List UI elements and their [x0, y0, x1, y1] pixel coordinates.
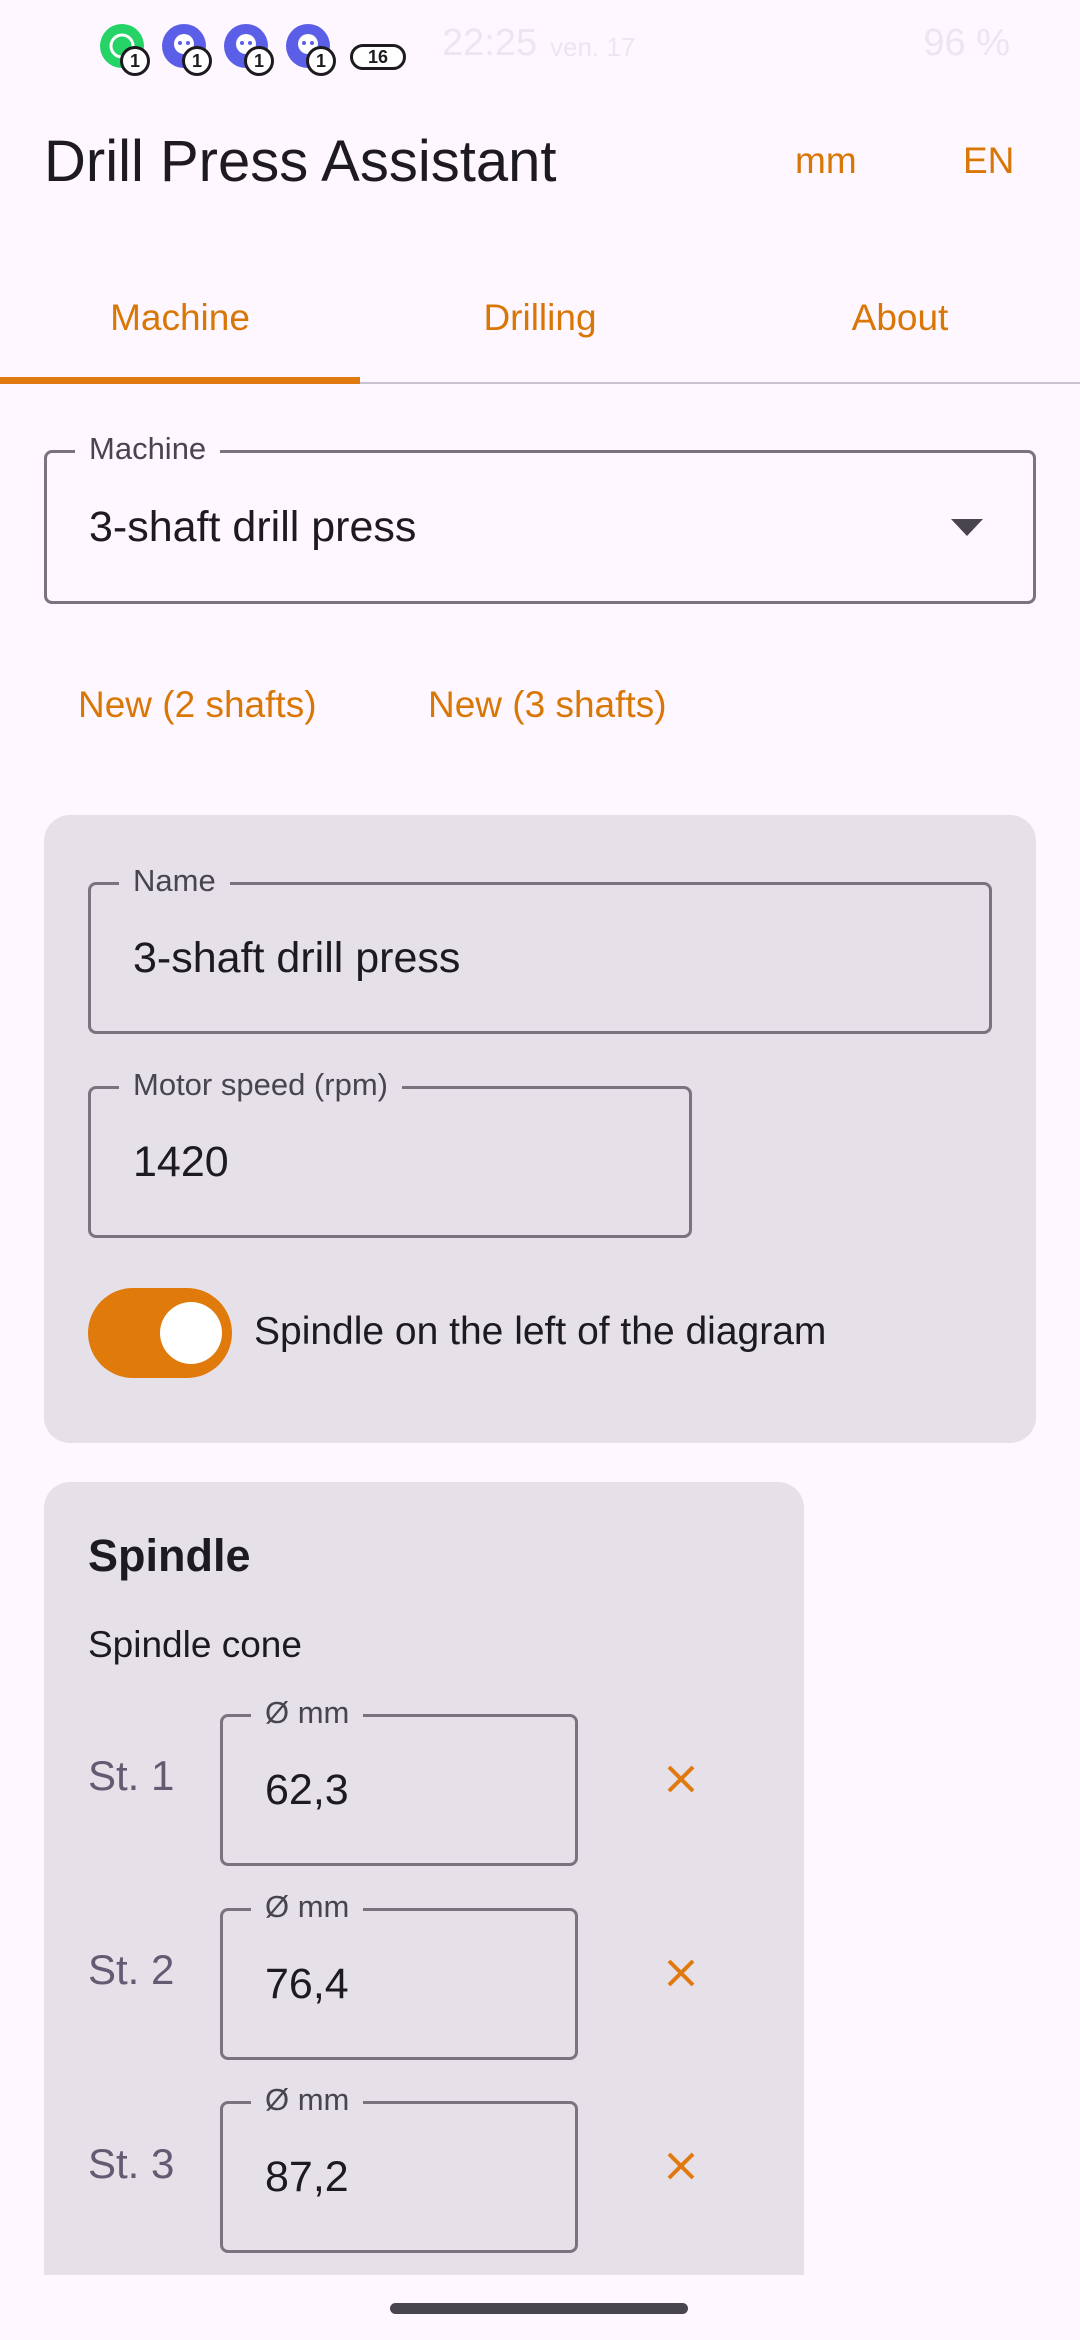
close-icon[interactable]: [656, 2141, 706, 2191]
name-field-value: 3-shaft drill press: [133, 933, 461, 982]
unit-button[interactable]: mm: [795, 140, 857, 182]
close-icon[interactable]: [656, 1754, 706, 1804]
machine-dropdown[interactable]: Machine 3-shaft drill press: [44, 431, 1036, 604]
step-diameter-field[interactable]: Ø mm 62,3: [220, 1695, 578, 1866]
close-icon[interactable]: [656, 1948, 706, 1998]
toggle-thumb: [160, 1302, 222, 1364]
motor-speed-field[interactable]: Motor speed (rpm) 1420: [88, 1067, 692, 1238]
spindle-title: Spindle: [88, 1530, 251, 1581]
messenger-icon: 1: [286, 24, 336, 76]
spindle-left-toggle[interactable]: [88, 1288, 232, 1378]
notification-badge: 1: [182, 46, 212, 76]
spindle-left-label: Spindle on the left of the diagram: [254, 1310, 827, 1353]
new-3-shafts-button[interactable]: New (3 shafts): [428, 684, 667, 726]
tab-indicator: [0, 377, 360, 384]
new-2-shafts-button[interactable]: New (2 shafts): [78, 684, 317, 726]
status-bar: 1 1 1 1 16 22:25 ven. 17 96 %: [0, 0, 1080, 90]
more-notifications-count: 16: [350, 44, 406, 70]
tab-bar: Machine Drilling About: [0, 270, 1080, 384]
home-gesture-bar[interactable]: [390, 2303, 688, 2314]
step-diameter-value: 76,4: [265, 1959, 349, 2008]
tab-about[interactable]: About: [720, 270, 1080, 384]
step-diameter-field[interactable]: Ø mm 76,4: [220, 1889, 578, 2060]
battery-level: 96 %: [923, 22, 1010, 64]
status-date: ven. 17: [550, 32, 636, 62]
language-button[interactable]: EN: [963, 140, 1014, 182]
name-field[interactable]: Name 3-shaft drill press: [88, 863, 992, 1034]
app-title: Drill Press Assistant: [44, 129, 557, 194]
notification-badge: 1: [120, 46, 150, 76]
messenger-icon: 1: [162, 24, 212, 76]
whatsapp-icon: 1: [100, 24, 150, 76]
step-diameter-field[interactable]: Ø mm 87,2: [220, 2082, 578, 2253]
status-time: 22:25: [442, 22, 538, 64]
messenger-icon: 1: [224, 24, 274, 76]
tab-machine[interactable]: Machine: [0, 270, 360, 384]
step-diameter-value: 87,2: [265, 2152, 349, 2201]
notification-badge: 1: [306, 46, 336, 76]
spindle-cone-title: Spindle cone: [88, 1624, 302, 1665]
step-label: St. 3: [88, 2140, 175, 2187]
step-label: St. 2: [88, 1946, 175, 1993]
motor-speed-value: 1420: [133, 1137, 229, 1186]
notification-badge: 1: [244, 46, 274, 76]
machine-dropdown-value: 3-shaft drill press: [89, 502, 417, 551]
step-label: St. 1: [88, 1752, 175, 1799]
dropdown-arrow-icon: [951, 519, 983, 536]
tab-drilling[interactable]: Drilling: [360, 270, 720, 384]
step-diameter-value: 62,3: [265, 1765, 349, 1814]
